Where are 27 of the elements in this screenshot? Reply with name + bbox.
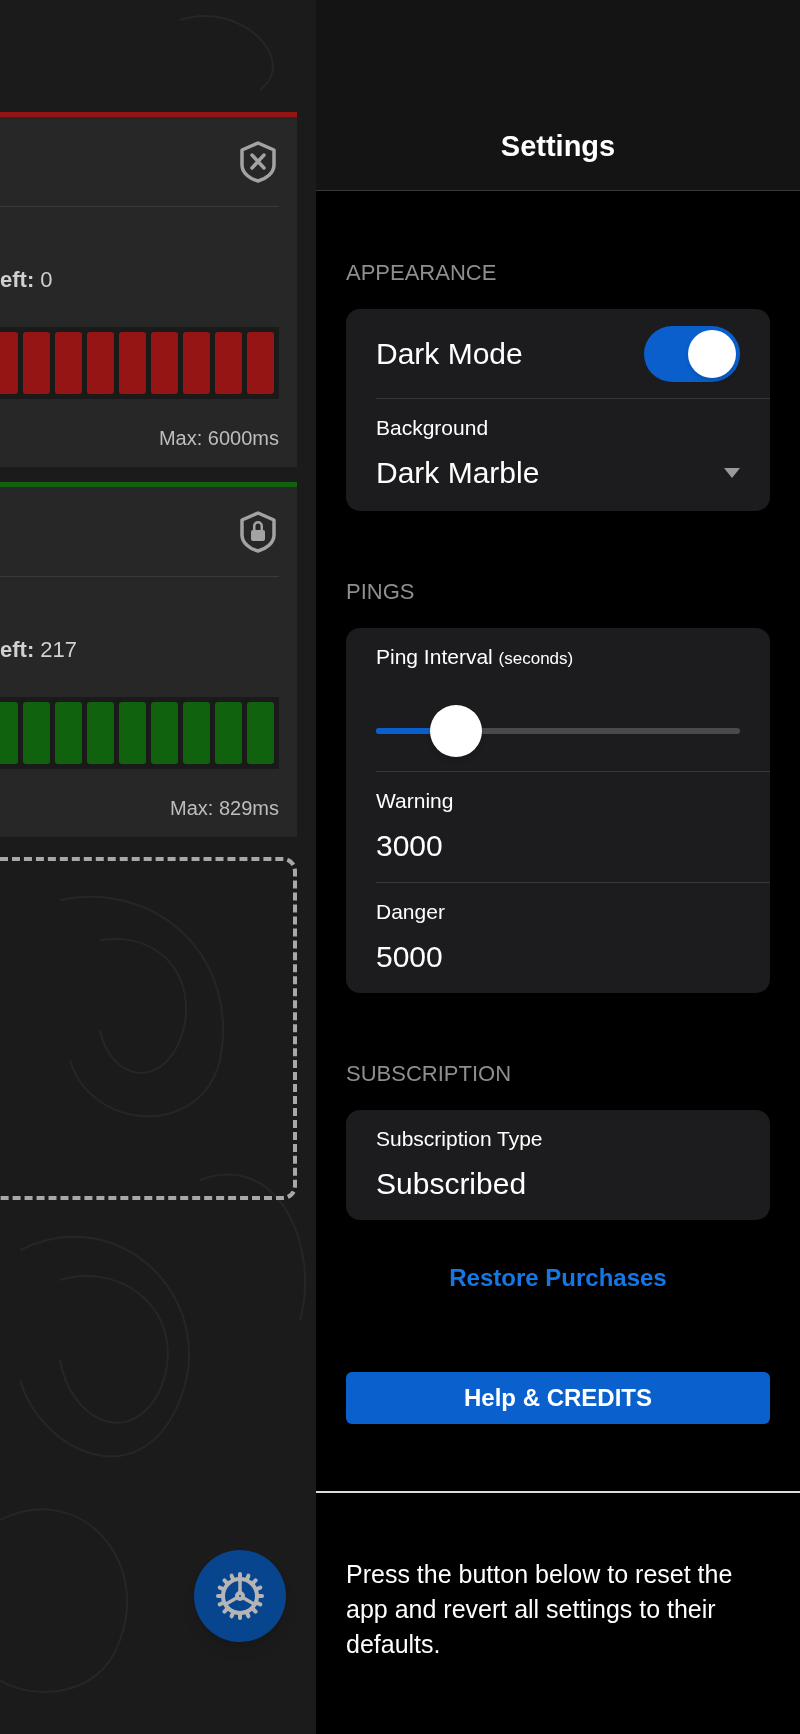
restore-purchases-link[interactable]: Restore Purchases	[449, 1260, 667, 1296]
setting-label: Warning	[376, 788, 455, 814]
max-ping: Max: 6000ms	[158, 426, 279, 451]
shield-x-icon[interactable]	[239, 140, 277, 183]
setting-label: Danger	[376, 899, 446, 925]
empty-slot[interactable]	[0, 857, 297, 1200]
section-heading: SUBSCRIPTION	[346, 1061, 513, 1087]
max-ping: Max: 829ms	[170, 796, 279, 821]
setting-label: Subscription Type	[376, 1126, 544, 1152]
gear-icon	[215, 1571, 265, 1621]
setting-label: Dark Mode	[376, 336, 523, 372]
panel-title: Settings	[500, 128, 616, 164]
background-dropdown[interactable]: Dark Marble	[376, 455, 740, 491]
setting-value: Subscribed	[376, 1166, 528, 1202]
slider-thumb[interactable]	[430, 705, 483, 757]
shield-lock-icon[interactable]	[239, 510, 277, 553]
reset-description: Press the button below to reset the app and revert all settings to their defaults.	[345, 1559, 734, 1660]
section-heading: PINGS	[346, 579, 416, 605]
remaining-count: eft: 217	[0, 637, 78, 662]
help-button[interactable]: Help & CREDITS	[346, 1372, 770, 1424]
setting-label: Background	[376, 415, 490, 441]
remaining-count: eft: 0	[0, 267, 53, 292]
caret-icon	[724, 468, 740, 478]
setting-label: Ping Interval (seconds)	[376, 644, 575, 670]
section-heading: APPEARANCE	[346, 260, 498, 286]
input-field[interactable]: 3000	[376, 828, 740, 864]
input-field[interactable]: 5000	[376, 939, 740, 975]
